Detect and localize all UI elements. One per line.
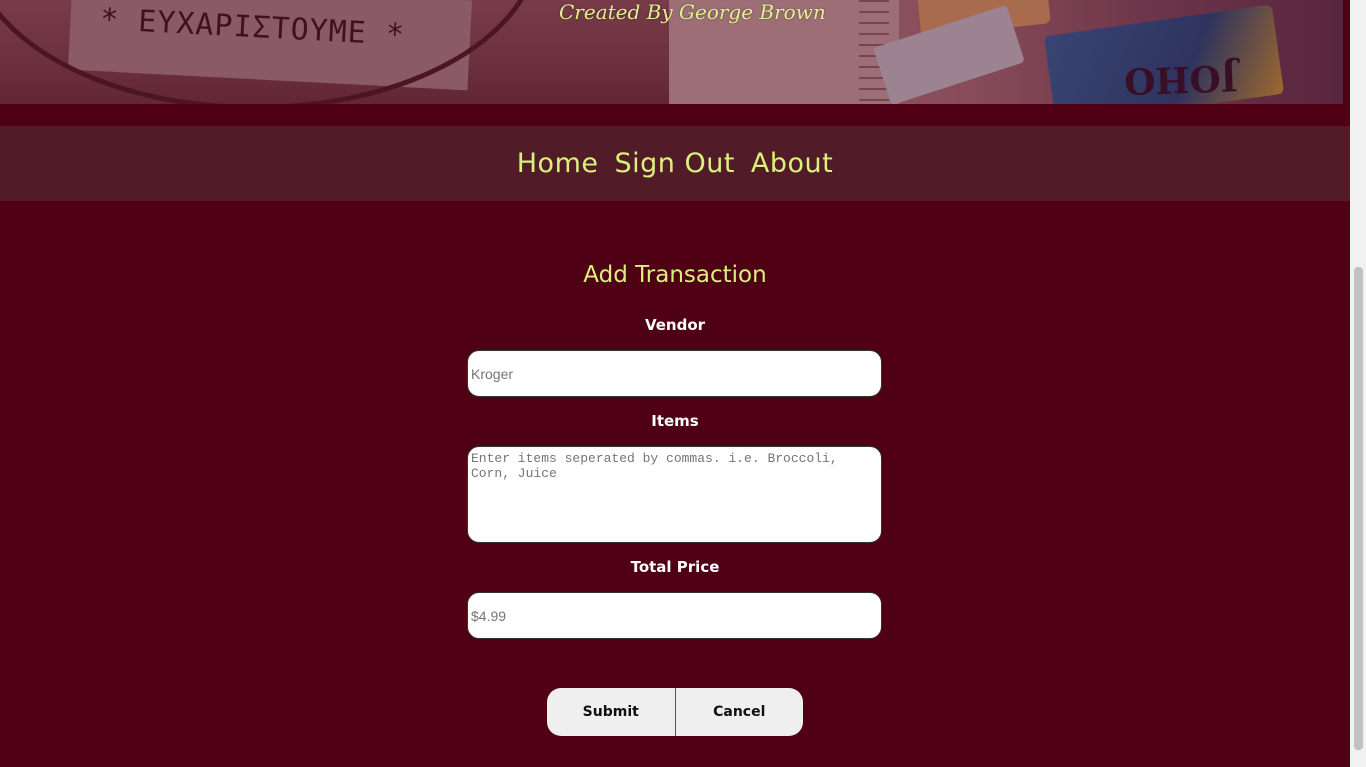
vendor-input[interactable] (467, 350, 882, 397)
vertical-scrollbar[interactable] (1350, 0, 1366, 767)
items-textarea[interactable] (467, 446, 882, 543)
page: * ΕΥΧΑΡΙΣΤΟΥΜΕ * JOHO Created By George … (0, 0, 1366, 767)
main-nav: Home Sign Out About (0, 126, 1350, 201)
page-title: Add Transaction (583, 262, 767, 288)
form-button-group: Submit Cancel (547, 688, 803, 736)
vendor-label: Vendor (644, 316, 706, 334)
total-price-input[interactable] (467, 592, 882, 639)
total-price-label: Total Price (630, 558, 720, 576)
scrollbar-thumb[interactable] (1354, 267, 1363, 750)
cancel-button[interactable]: Cancel (675, 688, 803, 736)
submit-button[interactable]: Submit (547, 688, 676, 736)
nav-sign-out-link[interactable]: Sign Out (614, 148, 734, 179)
nav-about-link[interactable]: About (751, 148, 833, 179)
header-banner-image: * ΕΥΧΑΡΙΣΤΟΥΜΕ * JOHO Created By George … (0, 0, 1343, 104)
credit-text: Created By George Brown (559, 0, 826, 24)
nav-home-link[interactable]: Home (517, 148, 599, 179)
items-label: Items (651, 412, 699, 430)
